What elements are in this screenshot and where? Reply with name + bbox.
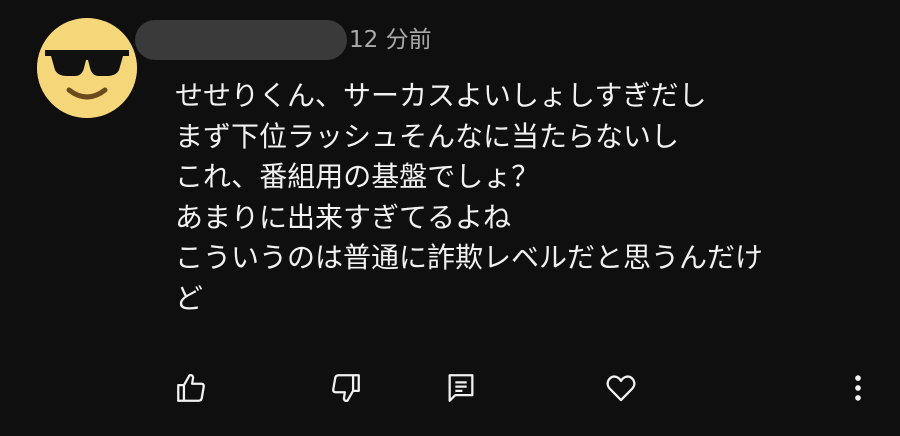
heart-button[interactable] <box>601 368 641 408</box>
dislike-button[interactable] <box>326 368 366 408</box>
thumb-down-icon <box>332 374 360 403</box>
comment-line: せせりくん、サーカスよいしょしすぎだし <box>175 79 707 112</box>
heart-icon <box>606 375 636 402</box>
avatar[interactable] <box>37 18 137 118</box>
comment-line: これ、番組用の基盤でしょ？ <box>175 160 540 193</box>
comment-line: あまりに出来すぎてるよね <box>175 200 512 234</box>
comment-reply-icon <box>448 374 474 402</box>
comment-line: こういうのは普通に詐欺レベルだと思うんだけ <box>175 241 764 274</box>
comment-line: ど <box>175 281 204 315</box>
thumb-up-icon <box>177 373 205 402</box>
comment-meta: 12 分前 <box>135 18 432 62</box>
more-vertical-icon <box>855 375 861 401</box>
reply-button[interactable] <box>441 368 481 408</box>
sunglasses-emoji-icon <box>37 18 137 118</box>
more-options-button[interactable] <box>838 368 878 408</box>
like-button[interactable] <box>171 368 211 408</box>
comment-line: まず下位ラッシュそんなに当たらないし <box>175 119 680 153</box>
comment-actions <box>0 360 900 416</box>
comment-timestamp: 12 分前 <box>349 27 432 53</box>
comment-text: せせりくん、サーカスよいしょしすぎだし まず下位ラッシュそんなに当たらないし こ… <box>175 76 875 319</box>
author-name-redacted[interactable] <box>135 20 347 60</box>
